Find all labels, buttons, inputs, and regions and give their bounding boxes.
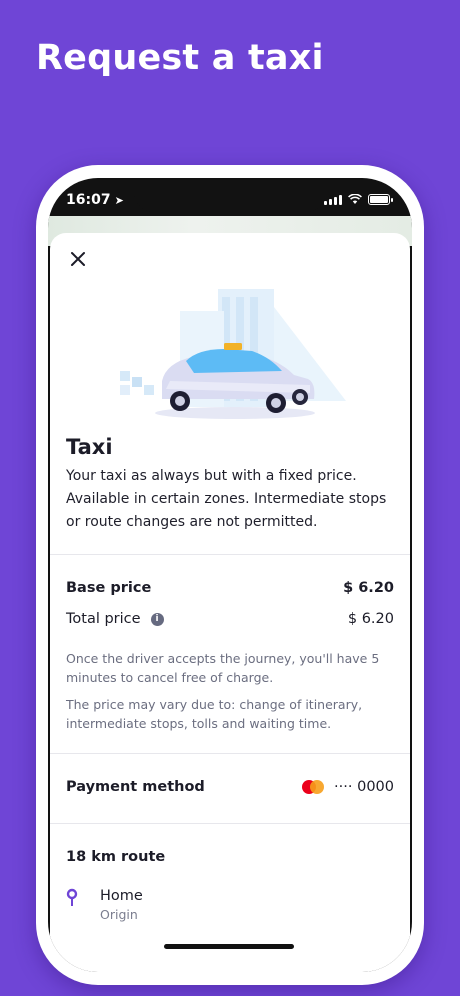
base-price-value: $ 6.20 xyxy=(343,580,394,596)
origin-label: Origin xyxy=(100,907,138,922)
service-description: Your taxi as always but with a fixed pri… xyxy=(66,468,387,530)
mastercard-icon xyxy=(302,780,325,794)
origin-text: Home Origin xyxy=(100,888,143,922)
home-indicator[interactable] xyxy=(164,944,294,949)
close-icon xyxy=(71,252,85,266)
price-vary-note: The price may vary due to: change of iti… xyxy=(66,697,363,731)
status-bar-time: 16:07 ➤ xyxy=(66,192,124,208)
taxi-detail-sheet: Taxi Your taxi as always but with a fixe… xyxy=(50,233,410,972)
base-price-row: Base price $ 6.20 xyxy=(66,580,394,596)
origin-pin-icon xyxy=(66,888,78,906)
card-number: ···· 0000 xyxy=(334,779,394,795)
status-bar-icons xyxy=(324,194,393,205)
battery-icon xyxy=(368,194,393,205)
section-divider xyxy=(50,554,410,555)
taxi-illustration xyxy=(120,289,346,419)
cancel-note: Once the driver accepts the journey, you… xyxy=(66,651,380,685)
route-title: 18 km route xyxy=(66,849,166,865)
payment-method-label: Payment method xyxy=(66,779,205,795)
payment-method-row[interactable]: Payment method ···· 0000 xyxy=(66,779,394,795)
signal-icon xyxy=(324,194,342,205)
total-price-value: $ 6.20 xyxy=(347,611,394,627)
base-price-label: Base price xyxy=(66,580,152,596)
info-icon[interactable]: i xyxy=(150,612,164,626)
total-price-label: Total price xyxy=(66,611,141,627)
phone-screen: 16:07 ➤ Taxi Your taxi as always but wit… xyxy=(48,178,412,972)
phone-notch xyxy=(134,178,326,212)
section-divider xyxy=(50,753,410,754)
total-price-row: Total price i $ 6.20 xyxy=(66,611,394,627)
service-title: Taxi xyxy=(66,435,113,459)
payment-card: ···· 0000 xyxy=(302,779,394,795)
total-price-label-group: Total price i xyxy=(66,611,164,627)
time-text: 16:07 xyxy=(66,192,111,208)
route-origin-item: Home Origin xyxy=(66,888,143,922)
page-headline: Request a taxi xyxy=(36,38,324,78)
close-button[interactable] xyxy=(66,247,90,271)
wifi-icon xyxy=(348,194,362,205)
origin-name: Home xyxy=(100,888,143,904)
section-divider xyxy=(50,823,410,824)
location-arrow-icon: ➤ xyxy=(114,194,124,207)
